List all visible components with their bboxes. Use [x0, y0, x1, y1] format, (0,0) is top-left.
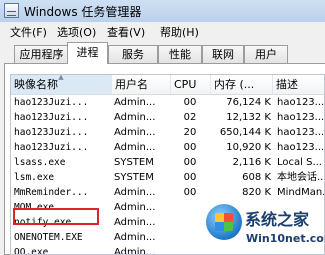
column-header-memory[interactable]: 内存 (... [211, 75, 273, 94]
process-name: hao123Juzi... [14, 112, 89, 123]
column-header-row: ▲ 映像名称 用户名 CPU 内存 (... 描述 [11, 75, 324, 95]
tab-services[interactable]: 服务 [108, 45, 158, 63]
sort-ascending-icon: ▲ [58, 74, 64, 81]
process-cpu: 00 [183, 142, 197, 153]
process-description: hao123... [277, 142, 325, 153]
process-name: MmReminder... [14, 187, 89, 198]
process-cpu: 00 [183, 157, 197, 168]
process-user: Admin... [114, 127, 156, 138]
highlight-box [13, 208, 99, 225]
menu-options[interactable]: 选项(O) [57, 24, 96, 40]
process-name: hao123Juzi... [14, 127, 89, 138]
process-name: QQ.exe [14, 247, 49, 255]
process-memory: 820 K [242, 187, 271, 198]
tab-processes[interactable]: 进程 [67, 42, 108, 64]
table-row[interactable]: hao123Juzi... Admin... 00 10,920 K hao12… [11, 140, 325, 155]
process-cpu [171, 215, 209, 230]
process-cpu [171, 200, 209, 215]
process-user: Admin... [114, 187, 156, 198]
process-description: Local S... [277, 157, 322, 168]
process-description: 本地会话... [277, 172, 325, 183]
watermark-url: Win10net.com [246, 232, 325, 245]
window-title: Windows 任务管理器 [24, 5, 142, 19]
process-cpu [171, 245, 209, 254]
process-user: Admin... [114, 202, 156, 213]
title-bar[interactable]: Windows 任务管理器 [0, 0, 325, 23]
process-description: hao123... [277, 97, 325, 108]
process-user: Admin... [114, 217, 156, 228]
process-cpu: 20 [183, 127, 197, 138]
process-memory: 76,124 K [226, 97, 271, 108]
menu-file[interactable]: 文件(F) [10, 24, 47, 40]
process-user: Admin... [114, 232, 156, 243]
process-cpu: 00 [183, 172, 197, 183]
tab-users[interactable]: 用户 [244, 45, 288, 63]
task-manager-icon [4, 3, 19, 18]
process-cpu: 00 [183, 187, 197, 198]
column-header-cpu[interactable]: CPU [171, 75, 211, 94]
tab-applications[interactable]: 应用程序 [14, 45, 69, 63]
process-name: ONENOTEM.EXE [14, 232, 83, 243]
process-name: hao123Juzi... [14, 142, 89, 153]
process-cpu: 02 [183, 112, 197, 123]
watermark: 系统之家 Win10net.com [206, 202, 325, 255]
process-description: hao123... [277, 127, 325, 138]
process-memory: 608 K [242, 172, 271, 183]
process-memory: 2,116 K [232, 157, 271, 168]
process-user: Admin... [114, 112, 156, 123]
watermark-title: 系统之家 [245, 210, 310, 229]
process-memory: 10,920 K [226, 142, 271, 153]
process-description: hao123... [277, 112, 325, 123]
table-row[interactable]: MmReminder... Admin... 00 820 K MindMan.… [11, 185, 324, 200]
table-row[interactable]: hao123Juzi... Admin... 00 76,124 K hao12… [11, 95, 325, 110]
process-memory: 12,132 K [226, 112, 271, 123]
process-name: lsass.exe [14, 157, 66, 168]
process-cpu [171, 230, 209, 245]
process-user: Admin... [114, 247, 156, 255]
process-memory: 650,144 K [219, 127, 271, 138]
process-name: hao123Juzi... [14, 97, 89, 108]
process-cpu: 00 [183, 97, 197, 108]
tab-performance[interactable]: 性能 [158, 45, 202, 63]
watermark-logo-icon [206, 204, 242, 240]
process-description: MindMan... [277, 187, 324, 198]
menu-bar: 文件(F) 选项(O) 查看(V) 帮助(H) [0, 22, 325, 41]
process-user: SYSTEM [114, 172, 154, 183]
menu-view[interactable]: 查看(V) [107, 24, 145, 40]
table-row[interactable]: hao123Juzi... Admin... 20 650,144 K hao1… [11, 125, 325, 140]
column-header-description[interactable]: 描述 [273, 75, 324, 94]
column-header-image-name[interactable]: ▲ 映像名称 [11, 75, 112, 94]
process-user: Admin... [114, 97, 156, 108]
process-name: lsm.exe [14, 172, 55, 183]
menu-help[interactable]: 帮助(H) [160, 24, 199, 40]
column-header-user[interactable]: 用户名 [112, 75, 171, 94]
table-row[interactable]: lsass.exe SYSTEM 00 2,116 K Local S... [11, 155, 324, 170]
table-row[interactable]: hao123Juzi... Admin... 02 12,132 K hao12… [11, 110, 325, 125]
table-row[interactable]: lsm.exe SYSTEM 00 608 K 本地会话... [11, 170, 325, 185]
process-user: Admin... [114, 142, 156, 153]
process-user: SYSTEM [114, 157, 154, 168]
tab-networking[interactable]: 联网 [202, 45, 244, 63]
